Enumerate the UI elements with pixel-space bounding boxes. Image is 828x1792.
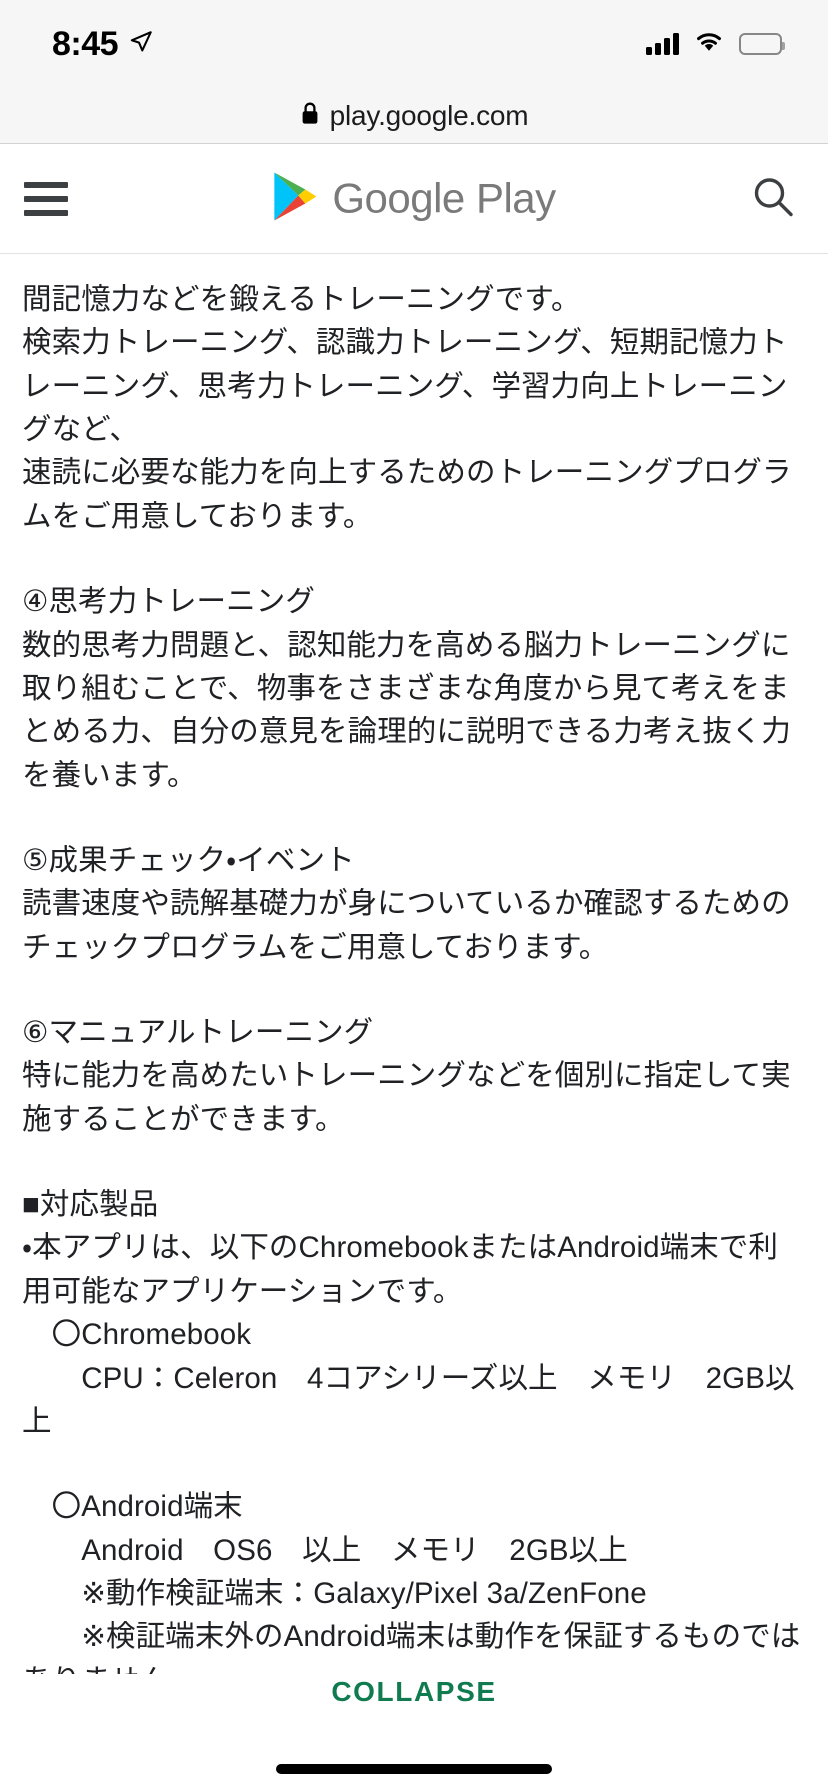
description-paragraph: 間記憶力などを鍛えるトレーニングです。 検索力トレーニング、認識力トレーニング、… — [22, 283, 792, 533]
collapse-button[interactable]: COLLAPSE — [311, 1666, 516, 1718]
google-play-header: Google Play — [0, 144, 828, 254]
browser-url-bar[interactable]: play.google.com — [0, 88, 828, 144]
description-paragraph: ■対応製品 ・本アプリは、以下のChromebookまたはAndroid端末で利… — [22, 1188, 795, 1438]
home-indicator-container — [0, 1764, 828, 1774]
google-play-brand[interactable]: Google Play — [272, 170, 556, 227]
status-bar-right — [646, 30, 785, 58]
search-icon[interactable] — [750, 173, 796, 224]
ios-status-bar: 8:45 — [0, 0, 828, 88]
description-paragraph: ④思考力トレーニング 数的思考力問題と、認知能力を高める脳力トレーニングに取り組… — [22, 585, 792, 792]
status-bar-left: 8:45 — [52, 27, 154, 61]
description-paragraph: ⑤成果チェック・イベント 読書速度や読解基礎力が身についているか確認するためのチ… — [22, 843, 791, 964]
description-paragraph: ⑥マニュアルトレーニング 特に能力を高めたいトレーニングなどを個別に指定して実施… — [22, 1016, 791, 1136]
clipped-previous-line — [22, 268, 806, 276]
home-indicator[interactable] — [276, 1764, 552, 1774]
brand-title: Google Play — [332, 174, 556, 222]
hamburger-menu-icon[interactable] — [24, 181, 68, 216]
wifi-icon — [693, 30, 725, 58]
google-play-logo-icon — [272, 170, 318, 227]
status-bar-clock: 8:45 — [52, 25, 119, 63]
cellular-signal-icon — [646, 33, 679, 55]
description-paragraph: 〇Android端末 Android OS6 以上 メモリ 2GB以上 ※動作検… — [22, 1490, 801, 1674]
app-description-body: 間記憶力などを鍛えるトレーニングです。 検索力トレーニング、認識力トレーニング、… — [0, 254, 828, 1674]
url-text: play.google.com — [329, 99, 529, 131]
battery-full-icon — [739, 33, 785, 55]
collapse-button-container: COLLAPSE — [0, 1666, 828, 1718]
lock-icon — [300, 101, 320, 131]
location-arrow-icon — [128, 29, 154, 60]
